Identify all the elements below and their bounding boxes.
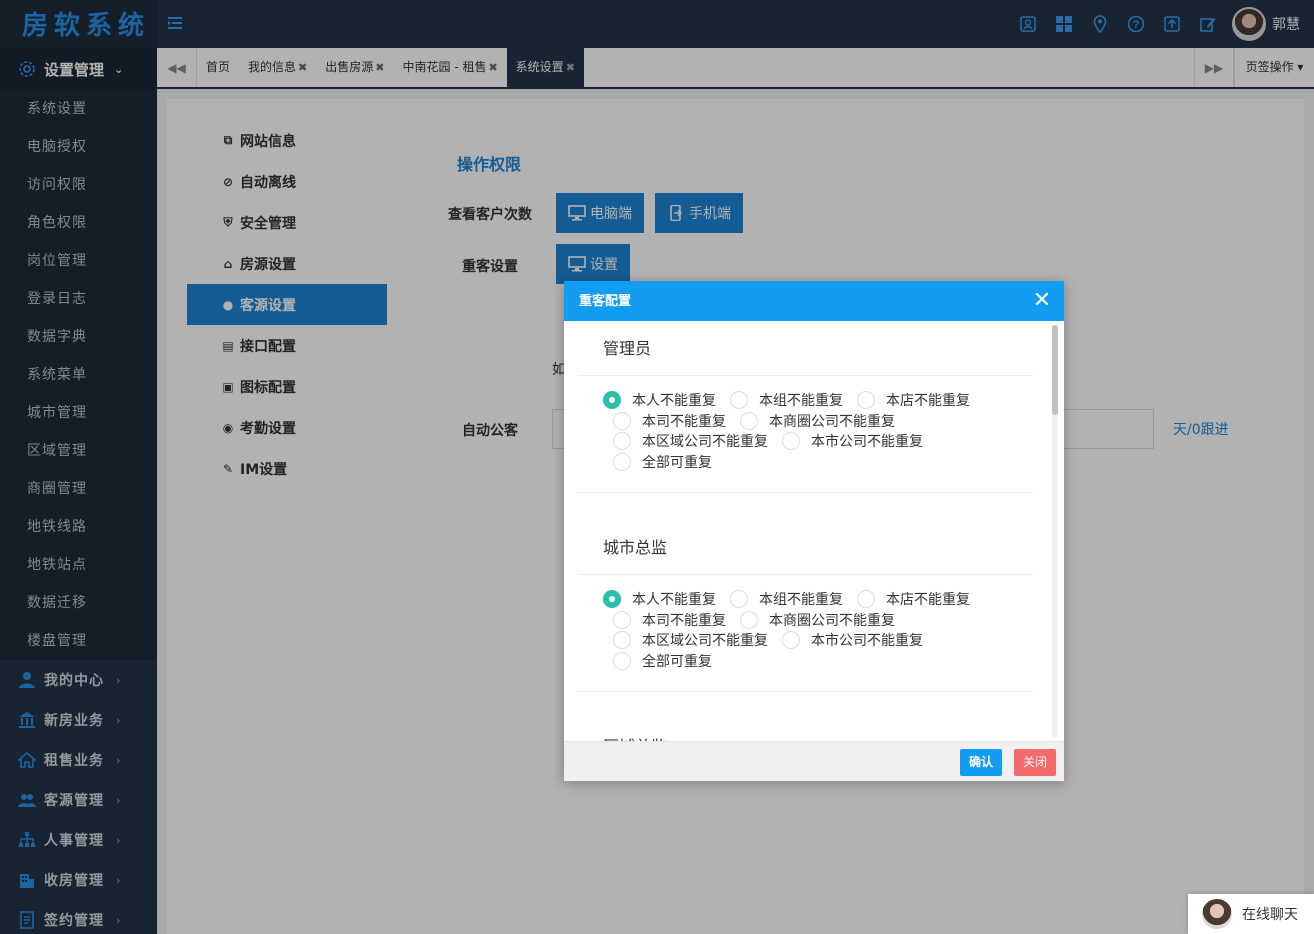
role-district-director: 区域总监 [578, 719, 1033, 741]
radio-button[interactable] [857, 590, 875, 608]
option-label: 本组不能重复 [759, 393, 843, 409]
close-button[interactable]: 关闭 [1014, 749, 1057, 776]
radio-option[interactable]: 本组不能重复 [730, 390, 843, 410]
radio-option[interactable]: 本区域公司不能重复 [613, 630, 768, 650]
role-city-director: 城市总监 本人不能重复 本组不能重复 本店不能重复 本司不能重复 本商圈公司不能重复 … [578, 520, 1033, 692]
avatar [1202, 899, 1232, 929]
option-label: 本店不能重复 [886, 393, 970, 409]
radio-button[interactable] [730, 590, 748, 608]
modal-title: 重客配置 [579, 294, 632, 309]
option-label: 本市公司不能重复 [811, 434, 923, 450]
radio-button[interactable] [613, 610, 631, 629]
radio-button[interactable] [730, 391, 748, 409]
radio-button[interactable] [740, 411, 758, 430]
radio-button[interactable] [613, 452, 631, 471]
modal-footer: 确认 关闭 [564, 741, 1064, 781]
option-label: 本司不能重复 [642, 612, 726, 629]
option-label: 本商圈公司不能重复 [769, 413, 895, 430]
radio-option[interactable]: 全部可重复 [613, 651, 712, 671]
option-label: 本区域公司不能重复 [642, 633, 768, 649]
radio-button[interactable] [613, 651, 631, 670]
radio-option[interactable]: 本市公司不能重复 [782, 630, 923, 650]
option-label: 本人不能重复 [632, 592, 716, 608]
modal-header: 重客配置 ✕ [564, 281, 1064, 321]
radio-button[interactable] [603, 391, 621, 409]
option-label: 全部可重复 [642, 454, 712, 471]
radio-option[interactable]: 本商圈公司不能重复 [740, 610, 895, 630]
radio-option[interactable]: 本司不能重复 [613, 411, 726, 431]
radio-option[interactable]: 本组不能重复 [730, 589, 843, 609]
option-label: 本市公司不能重复 [811, 633, 923, 649]
option-label: 本区域公司不能重复 [642, 434, 768, 450]
radio-button[interactable] [613, 631, 631, 649]
online-chat-button[interactable]: 在线聊天 [1188, 894, 1314, 934]
radio-option[interactable]: 本司不能重复 [613, 610, 726, 630]
chat-label: 在线聊天 [1242, 907, 1298, 923]
modal-scrollbar-thumb[interactable] [1052, 325, 1058, 415]
role-title: 区域总监 [578, 719, 1033, 741]
role-admin: 管理员 本人不能重复 本组不能重复 本店不能重复 本司不能重复 本商圈公司不能重复 本… [578, 321, 1033, 493]
radio-button[interactable] [857, 391, 875, 409]
role-title: 管理员 [578, 321, 1033, 376]
option-label: 全部可重复 [642, 653, 712, 670]
role-title: 城市总监 [578, 520, 1033, 575]
role-options: 本人不能重复 本组不能重复 本店不能重复 本司不能重复 本商圈公司不能重复 本区域公司… [578, 575, 1033, 692]
radio-option[interactable]: 本店不能重复 [857, 390, 970, 410]
radio-option[interactable]: 本市公司不能重复 [782, 431, 923, 451]
radio-option[interactable]: 本店不能重复 [857, 589, 970, 609]
option-label: 本司不能重复 [642, 413, 726, 430]
radio-button[interactable] [740, 610, 758, 629]
radio-button[interactable] [782, 631, 800, 649]
radio-option[interactable]: 本人不能重复 [603, 589, 716, 609]
close-icon[interactable]: ✕ [1030, 289, 1054, 313]
radio-button[interactable] [782, 432, 800, 450]
radio-button[interactable] [603, 590, 621, 608]
radio-option[interactable]: 本人不能重复 [603, 390, 716, 410]
option-label: 本组不能重复 [759, 592, 843, 608]
option-label: 本店不能重复 [886, 592, 970, 608]
dup-config-modal: 重客配置 ✕ 管理员 本人不能重复 本组不能重复 本店不能重复 本司不能重复 本商圈公… [564, 281, 1064, 781]
radio-option[interactable]: 本区域公司不能重复 [613, 431, 768, 451]
radio-option[interactable]: 本商圈公司不能重复 [740, 411, 895, 431]
option-label: 本人不能重复 [632, 393, 716, 409]
role-options: 本人不能重复 本组不能重复 本店不能重复 本司不能重复 本商圈公司不能重复 本区域公司… [578, 376, 1033, 493]
radio-button[interactable] [613, 432, 631, 450]
radio-option[interactable]: 全部可重复 [613, 452, 712, 472]
option-label: 本商圈公司不能重复 [769, 612, 895, 629]
radio-button[interactable] [613, 411, 631, 430]
modal-body: 管理员 本人不能重复 本组不能重复 本店不能重复 本司不能重复 本商圈公司不能重复 本… [564, 321, 1064, 741]
confirm-button[interactable]: 确认 [960, 749, 1003, 776]
